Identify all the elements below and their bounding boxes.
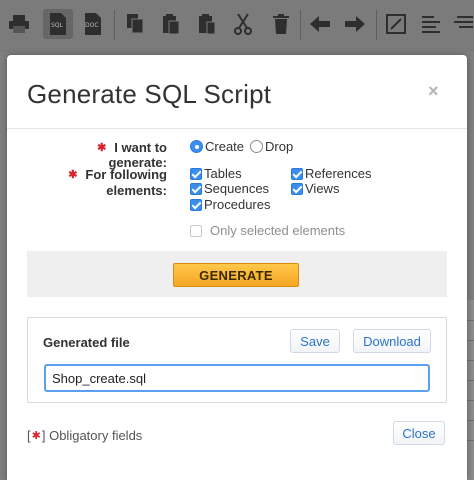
checkbox-sequences[interactable]: Sequences [190, 181, 269, 196]
align-icon[interactable] [416, 9, 446, 39]
checkbox-only-selected[interactable]: Only selected elements [190, 223, 345, 238]
doc-label: DOC [85, 22, 99, 29]
checkbox-views[interactable]: Views [291, 181, 339, 196]
checkbox-only-selected-box[interactable] [190, 224, 202, 237]
generate-section: GENERATE [27, 251, 447, 297]
checkbox-only-selected-label: Only selected elements [210, 223, 346, 238]
sql-file-icon[interactable]: SQL [43, 9, 73, 39]
required-star-icon: ✱ [31, 430, 41, 442]
arrow-left-icon[interactable] [305, 9, 335, 39]
download-button[interactable]: Download [353, 329, 431, 353]
generate-sql-dialog: Generate SQL Script × ✱ I want to generat… [7, 55, 467, 480]
radio-drop[interactable]: Drop [250, 139, 293, 154]
checkbox-tables-label: Tables [204, 166, 242, 181]
radio-create-button[interactable] [190, 140, 203, 153]
checkbox-views-box[interactable] [291, 182, 303, 195]
generate-button[interactable]: GENERATE [173, 263, 299, 287]
paste-icon[interactable] [156, 9, 186, 39]
arrow-right-icon[interactable] [340, 9, 370, 39]
checkbox-procedures[interactable]: Procedures [190, 197, 270, 212]
elements-label: ✱ For following elements: [37, 167, 167, 198]
checkbox-procedures-box[interactable] [190, 198, 202, 211]
required-star-icon: ✱ [68, 169, 78, 181]
toolbar: SQL DOC [0, 0, 474, 52]
close-icon[interactable]: × [428, 81, 439, 102]
radio-create-label: Create [205, 139, 245, 154]
checkbox-references-label: References [305, 166, 372, 181]
filename-input[interactable] [44, 364, 430, 392]
checkbox-views-label: Views [305, 181, 340, 196]
checkbox-sequences-box[interactable] [190, 182, 202, 195]
obligatory-note: [✱] Obligatory fields [27, 428, 143, 443]
radio-drop-button[interactable] [250, 140, 263, 153]
dialog-title: Generate SQL Script [27, 79, 272, 109]
save-button[interactable]: Save [290, 329, 340, 353]
paste-special-icon[interactable] [192, 9, 222, 39]
generated-file-panel: Generated file Save Download [27, 317, 447, 403]
edit-icon[interactable] [381, 9, 411, 39]
toolbar-separator [376, 10, 377, 40]
required-star-icon: ✱ [97, 142, 107, 154]
elements-label-line1: For following [85, 167, 167, 182]
close-button[interactable]: Close [393, 421, 445, 445]
generate-type-label: ✱ I want to generate: [37, 140, 167, 170]
toolbar-separator [300, 10, 301, 40]
radio-create[interactable]: Create [190, 139, 244, 154]
checkbox-sequences-label: Sequences [204, 181, 270, 196]
cut-icon[interactable] [228, 9, 258, 39]
checkbox-tables[interactable]: Tables [190, 166, 242, 181]
sql-label: SQL [51, 22, 63, 29]
toolbar-separator [114, 10, 115, 40]
checkbox-references-box[interactable] [291, 167, 303, 180]
radio-drop-label: Drop [265, 139, 294, 154]
obligatory-note-text: Obligatory fields [49, 428, 143, 443]
generate-type-label-text: I want to generate: [108, 140, 167, 170]
printer-icon[interactable] [4, 9, 34, 39]
copy-icon[interactable] [120, 9, 150, 39]
align-right-icon[interactable] [452, 9, 474, 39]
doc-file-icon[interactable]: DOC [78, 9, 108, 39]
trash-icon[interactable] [266, 9, 296, 39]
title-divider [7, 128, 467, 129]
generated-file-label: Generated file [43, 335, 130, 350]
checkbox-procedures-label: Procedures [204, 197, 271, 212]
elements-label-line2: elements: [106, 183, 167, 198]
checkbox-tables-box[interactable] [190, 167, 202, 180]
checkbox-references[interactable]: References [291, 166, 371, 181]
